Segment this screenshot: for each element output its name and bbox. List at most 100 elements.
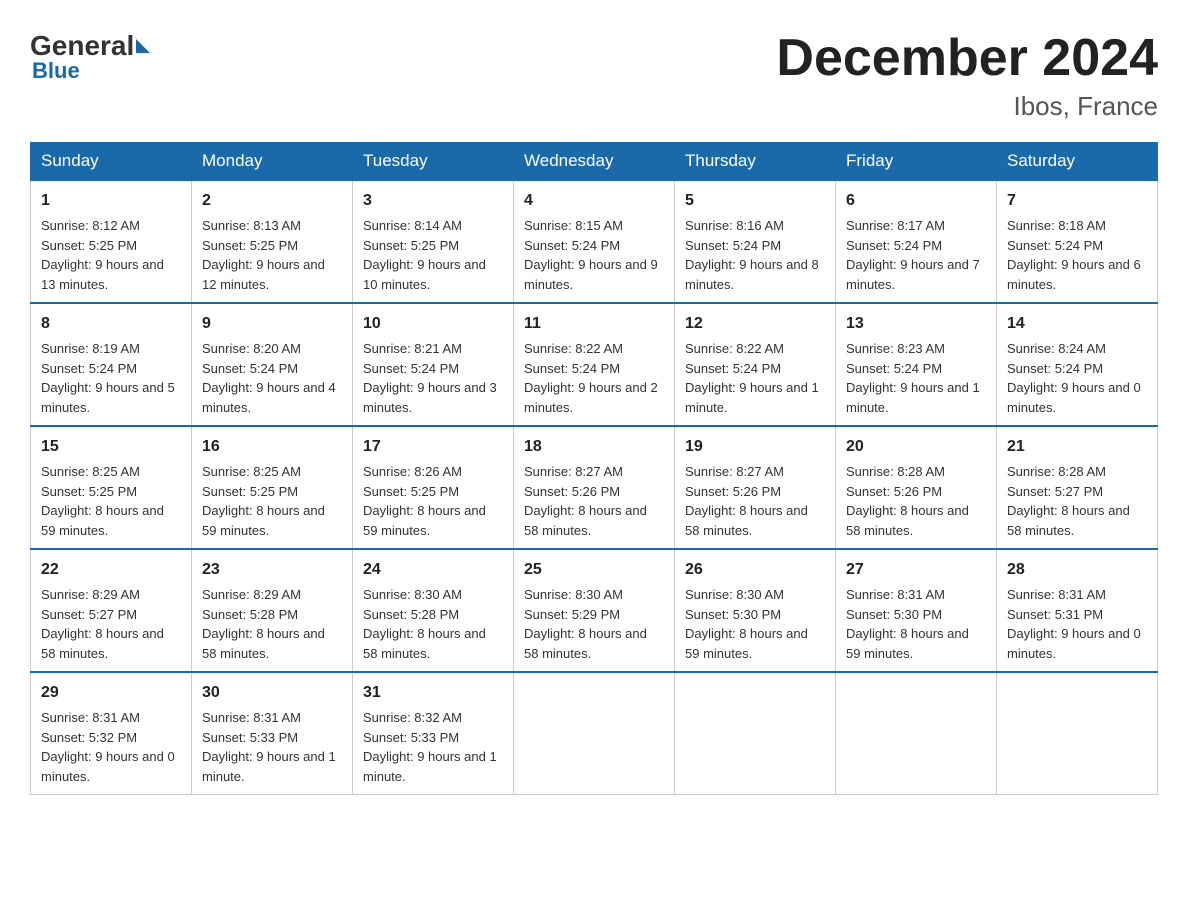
calendar-table: SundayMondayTuesdayWednesdayThursdayFrid… [30, 142, 1158, 795]
sunrise-label: Sunrise: 8:30 AM [363, 587, 462, 602]
day-number: 8 [41, 312, 181, 336]
day-number: 16 [202, 435, 342, 459]
day-number: 26 [685, 558, 825, 582]
calendar-cell [836, 672, 997, 795]
calendar-header-row: SundayMondayTuesdayWednesdayThursdayFrid… [31, 143, 1158, 181]
sunrise-label: Sunrise: 8:21 AM [363, 341, 462, 356]
sunset-label: Sunset: 5:25 PM [202, 238, 298, 253]
sunset-label: Sunset: 5:31 PM [1007, 607, 1103, 622]
sunrise-label: Sunrise: 8:22 AM [685, 341, 784, 356]
daylight-label: Daylight: 9 hours and 4 minutes. [202, 380, 336, 415]
daylight-label: Daylight: 9 hours and 0 minutes. [1007, 626, 1141, 661]
sunset-label: Sunset: 5:24 PM [685, 361, 781, 376]
calendar-cell: 23 Sunrise: 8:29 AM Sunset: 5:28 PM Dayl… [192, 549, 353, 672]
sunrise-label: Sunrise: 8:29 AM [41, 587, 140, 602]
day-number: 14 [1007, 312, 1147, 336]
daylight-label: Daylight: 8 hours and 58 minutes. [1007, 503, 1130, 538]
sunset-label: Sunset: 5:26 PM [524, 484, 620, 499]
calendar-cell: 5 Sunrise: 8:16 AM Sunset: 5:24 PM Dayli… [675, 180, 836, 303]
calendar-week-row: 15 Sunrise: 8:25 AM Sunset: 5:25 PM Dayl… [31, 426, 1158, 549]
calendar-cell: 6 Sunrise: 8:17 AM Sunset: 5:24 PM Dayli… [836, 180, 997, 303]
day-number: 3 [363, 189, 503, 213]
day-number: 1 [41, 189, 181, 213]
sunset-label: Sunset: 5:24 PM [363, 361, 459, 376]
sunset-label: Sunset: 5:25 PM [202, 484, 298, 499]
calendar-cell: 3 Sunrise: 8:14 AM Sunset: 5:25 PM Dayli… [353, 180, 514, 303]
calendar-cell: 21 Sunrise: 8:28 AM Sunset: 5:27 PM Dayl… [997, 426, 1158, 549]
sunset-label: Sunset: 5:24 PM [41, 361, 137, 376]
sunrise-label: Sunrise: 8:27 AM [685, 464, 784, 479]
page-title: December 2024 [776, 30, 1158, 87]
calendar-cell: 8 Sunrise: 8:19 AM Sunset: 5:24 PM Dayli… [31, 303, 192, 426]
sunset-label: Sunset: 5:25 PM [363, 484, 459, 499]
sunset-label: Sunset: 5:24 PM [524, 238, 620, 253]
calendar-cell: 19 Sunrise: 8:27 AM Sunset: 5:26 PM Dayl… [675, 426, 836, 549]
daylight-label: Daylight: 9 hours and 2 minutes. [524, 380, 658, 415]
sunset-label: Sunset: 5:25 PM [41, 484, 137, 499]
sunset-label: Sunset: 5:24 PM [685, 238, 781, 253]
sunset-label: Sunset: 5:32 PM [41, 730, 137, 745]
calendar-cell [997, 672, 1158, 795]
sunset-label: Sunset: 5:27 PM [41, 607, 137, 622]
logo-arrow-icon [136, 39, 150, 53]
day-number: 10 [363, 312, 503, 336]
calendar-cell: 15 Sunrise: 8:25 AM Sunset: 5:25 PM Dayl… [31, 426, 192, 549]
day-number: 28 [1007, 558, 1147, 582]
sunset-label: Sunset: 5:30 PM [685, 607, 781, 622]
calendar-cell [675, 672, 836, 795]
calendar-cell: 1 Sunrise: 8:12 AM Sunset: 5:25 PM Dayli… [31, 180, 192, 303]
calendar-cell: 10 Sunrise: 8:21 AM Sunset: 5:24 PM Dayl… [353, 303, 514, 426]
calendar-cell: 17 Sunrise: 8:26 AM Sunset: 5:25 PM Dayl… [353, 426, 514, 549]
daylight-label: Daylight: 9 hours and 10 minutes. [363, 257, 486, 292]
day-number: 30 [202, 681, 342, 705]
calendar-header-wednesday: Wednesday [514, 143, 675, 181]
page-location: Ibos, France [776, 91, 1158, 122]
sunrise-label: Sunrise: 8:32 AM [363, 710, 462, 725]
day-number: 9 [202, 312, 342, 336]
calendar-cell: 26 Sunrise: 8:30 AM Sunset: 5:30 PM Dayl… [675, 549, 836, 672]
day-number: 31 [363, 681, 503, 705]
calendar-cell: 16 Sunrise: 8:25 AM Sunset: 5:25 PM Dayl… [192, 426, 353, 549]
daylight-label: Daylight: 8 hours and 58 minutes. [363, 626, 486, 661]
daylight-label: Daylight: 8 hours and 58 minutes. [524, 626, 647, 661]
calendar-cell: 2 Sunrise: 8:13 AM Sunset: 5:25 PM Dayli… [192, 180, 353, 303]
day-number: 19 [685, 435, 825, 459]
daylight-label: Daylight: 9 hours and 12 minutes. [202, 257, 325, 292]
sunset-label: Sunset: 5:24 PM [1007, 361, 1103, 376]
daylight-label: Daylight: 8 hours and 59 minutes. [363, 503, 486, 538]
calendar-cell: 24 Sunrise: 8:30 AM Sunset: 5:28 PM Dayl… [353, 549, 514, 672]
daylight-label: Daylight: 8 hours and 58 minutes. [41, 626, 164, 661]
sunset-label: Sunset: 5:24 PM [524, 361, 620, 376]
daylight-label: Daylight: 9 hours and 1 minute. [363, 749, 497, 784]
calendar-cell [514, 672, 675, 795]
day-number: 6 [846, 189, 986, 213]
day-number: 2 [202, 189, 342, 213]
calendar-cell: 12 Sunrise: 8:22 AM Sunset: 5:24 PM Dayl… [675, 303, 836, 426]
calendar-cell: 9 Sunrise: 8:20 AM Sunset: 5:24 PM Dayli… [192, 303, 353, 426]
sunrise-label: Sunrise: 8:18 AM [1007, 218, 1106, 233]
sunset-label: Sunset: 5:25 PM [363, 238, 459, 253]
daylight-label: Daylight: 9 hours and 3 minutes. [363, 380, 497, 415]
sunset-label: Sunset: 5:26 PM [846, 484, 942, 499]
sunrise-label: Sunrise: 8:27 AM [524, 464, 623, 479]
daylight-label: Daylight: 9 hours and 1 minute. [202, 749, 336, 784]
daylight-label: Daylight: 9 hours and 9 minutes. [524, 257, 658, 292]
daylight-label: Daylight: 9 hours and 8 minutes. [685, 257, 819, 292]
sunrise-label: Sunrise: 8:23 AM [846, 341, 945, 356]
daylight-label: Daylight: 8 hours and 59 minutes. [846, 626, 969, 661]
calendar-cell: 13 Sunrise: 8:23 AM Sunset: 5:24 PM Dayl… [836, 303, 997, 426]
calendar-cell: 30 Sunrise: 8:31 AM Sunset: 5:33 PM Dayl… [192, 672, 353, 795]
calendar-header-saturday: Saturday [997, 143, 1158, 181]
sunset-label: Sunset: 5:33 PM [202, 730, 298, 745]
calendar-header-monday: Monday [192, 143, 353, 181]
sunset-label: Sunset: 5:33 PM [363, 730, 459, 745]
day-number: 7 [1007, 189, 1147, 213]
sunset-label: Sunset: 5:24 PM [846, 238, 942, 253]
calendar-cell: 22 Sunrise: 8:29 AM Sunset: 5:27 PM Dayl… [31, 549, 192, 672]
daylight-label: Daylight: 9 hours and 1 minute. [685, 380, 819, 415]
calendar-cell: 18 Sunrise: 8:27 AM Sunset: 5:26 PM Dayl… [514, 426, 675, 549]
daylight-label: Daylight: 9 hours and 7 minutes. [846, 257, 980, 292]
day-number: 23 [202, 558, 342, 582]
day-number: 17 [363, 435, 503, 459]
day-number: 15 [41, 435, 181, 459]
